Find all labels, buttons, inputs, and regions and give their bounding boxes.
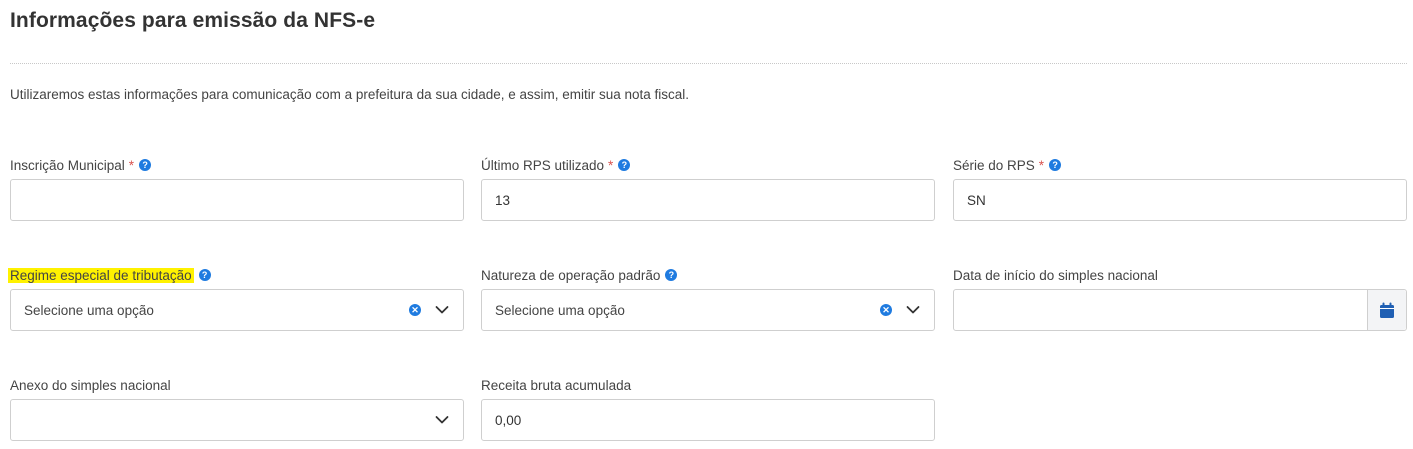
- receita-bruta-label: Receita bruta acumulada: [481, 376, 935, 394]
- natureza-operacao-select[interactable]: Selecione uma opção ✕: [481, 289, 935, 331]
- question-circle-icon[interactable]: ?: [139, 159, 152, 171]
- natureza-operacao-field: Natureza de operação padrão ? Selecione …: [481, 266, 935, 331]
- question-circle-icon[interactable]: ?: [665, 269, 678, 281]
- question-circle-icon[interactable]: ?: [198, 269, 211, 281]
- receita-bruta-box: [481, 399, 935, 441]
- calendar-button[interactable]: [1367, 290, 1406, 330]
- regime-especial-label: Regime especial de tributação ?: [8, 266, 464, 284]
- ultimo-rps-label-text: Último RPS utilizado: [481, 157, 605, 173]
- ultimo-rps-box: [481, 179, 935, 221]
- serie-rps-input[interactable]: [954, 180, 1406, 220]
- regime-especial-select[interactable]: Selecione uma opção ✕: [10, 289, 464, 331]
- natureza-operacao-label: Natureza de operação padrão ?: [481, 266, 935, 284]
- inscricao-municipal-box: [10, 179, 464, 221]
- clear-circle-icon[interactable]: ✕: [880, 304, 892, 316]
- anexo-simples-label-text: Anexo do simples nacional: [10, 377, 171, 393]
- receita-bruta-label-text: Receita bruta acumulada: [481, 377, 632, 393]
- regime-especial-selected-value: Selecione uma opção: [24, 302, 154, 318]
- anexo-simples-field: Anexo do simples nacional: [10, 376, 464, 441]
- data-inicio-simples-label: Data de início do simples nacional: [953, 266, 1407, 284]
- data-inicio-simples-field: Data de início do simples nacional: [953, 266, 1407, 331]
- chevron-down-icon[interactable]: [435, 415, 449, 425]
- question-circle-icon[interactable]: ?: [618, 159, 631, 171]
- inscricao-municipal-input[interactable]: [11, 180, 463, 220]
- required-mark: *: [1038, 157, 1045, 173]
- serie-rps-box: [953, 179, 1407, 221]
- page-description: Utilizaremos estas informações para comu…: [10, 87, 690, 102]
- data-inicio-simples-box: [953, 289, 1407, 331]
- regime-especial-field: Regime especial de tributação ? Selecion…: [8, 266, 464, 331]
- data-inicio-simples-input[interactable]: [954, 290, 1368, 330]
- question-circle-icon[interactable]: ?: [1049, 159, 1062, 171]
- serie-rps-label: Série do RPS * ?: [953, 156, 1407, 174]
- ultimo-rps-label: Último RPS utilizado * ?: [481, 156, 935, 174]
- inscricao-municipal-label-text: Inscrição Municipal: [10, 157, 125, 173]
- data-inicio-simples-label-text: Data de início do simples nacional: [953, 267, 1158, 283]
- natureza-operacao-label-text: Natureza de operação padrão: [481, 267, 661, 283]
- receita-bruta-input[interactable]: [482, 400, 934, 440]
- receita-bruta-field: Receita bruta acumulada: [481, 376, 935, 441]
- natureza-operacao-selected-value: Selecione uma opção: [495, 302, 625, 318]
- regime-especial-label-text: Regime especial de tributação: [8, 267, 194, 283]
- chevron-down-icon[interactable]: [906, 305, 920, 315]
- calendar-icon: [1380, 302, 1395, 318]
- chevron-down-icon[interactable]: [435, 305, 449, 315]
- clear-circle-icon[interactable]: ✕: [409, 304, 421, 316]
- ultimo-rps-field: Último RPS utilizado * ?: [481, 156, 935, 221]
- page-title: Informações para emissão da NFS-e: [10, 9, 376, 32]
- serie-rps-label-text: Série do RPS: [953, 157, 1035, 173]
- anexo-simples-select[interactable]: [10, 399, 464, 441]
- serie-rps-field: Série do RPS * ?: [953, 156, 1407, 221]
- ultimo-rps-input[interactable]: [482, 180, 934, 220]
- required-mark: *: [608, 157, 614, 173]
- required-mark: *: [128, 157, 135, 173]
- title-divider: [10, 63, 1407, 64]
- anexo-simples-label: Anexo do simples nacional: [10, 376, 464, 394]
- inscricao-municipal-label: Inscrição Municipal * ?: [10, 156, 464, 174]
- inscricao-municipal-field: Inscrição Municipal * ?: [10, 156, 464, 221]
